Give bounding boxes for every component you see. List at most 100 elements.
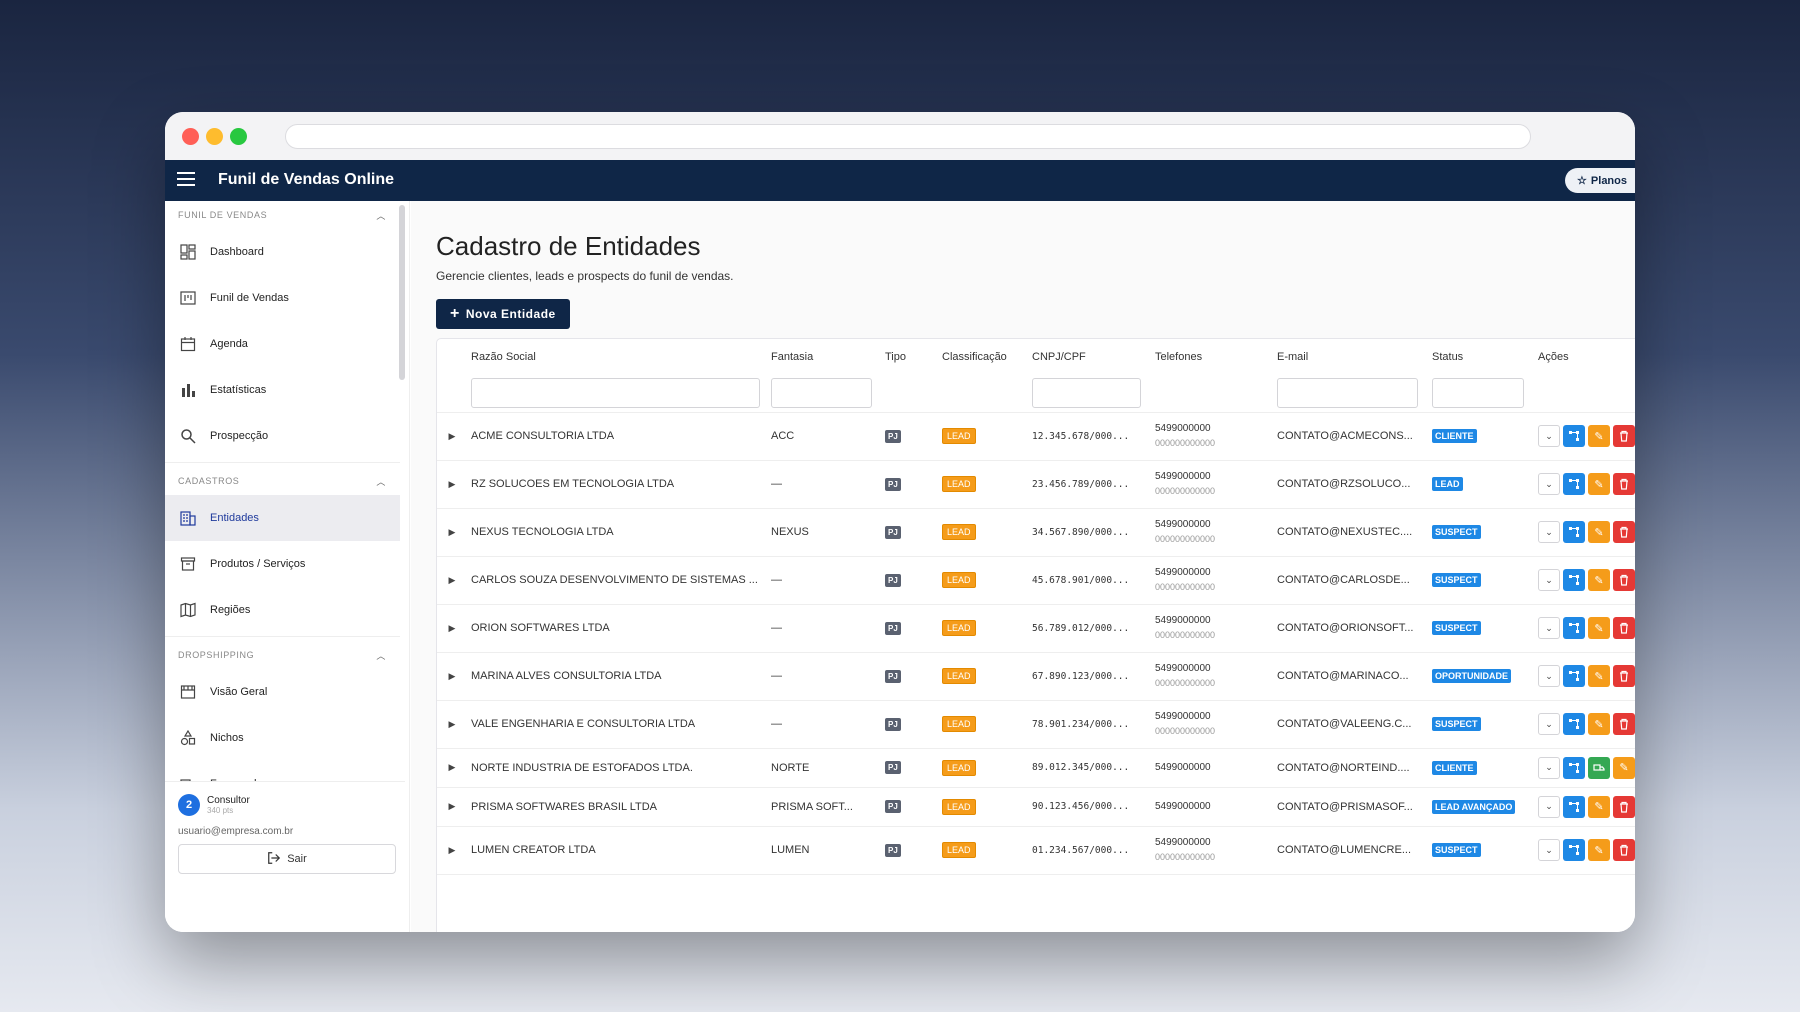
funnel-flow-icon[interactable] xyxy=(1563,795,1585,818)
section-header[interactable]: DROPSHIPPING ︿ xyxy=(165,641,400,669)
address-bar[interactable] xyxy=(285,124,1531,149)
trash-icon[interactable] xyxy=(1613,617,1635,639)
chevron-down-icon[interactable]: ⌄ xyxy=(1538,473,1560,495)
edit-pencil-icon[interactable]: ✎ xyxy=(1588,521,1610,543)
sidebar-item-search[interactable]: Prospecção xyxy=(165,413,400,459)
table-row[interactable]: ▶ MARINA ALVES CONSULTORIA LTDA — PJ LEA… xyxy=(437,652,1635,701)
table-row[interactable]: ▶ RZ SOLUCOES EM TECNOLOGIA LTDA — PJ LE… xyxy=(437,460,1635,509)
edit-pencil-icon[interactable]: ✎ xyxy=(1613,756,1635,779)
edit-pencil-icon[interactable]: ✎ xyxy=(1588,795,1610,818)
edit-pencil-icon[interactable]: ✎ xyxy=(1588,839,1610,861)
sidebar-item-store[interactable]: Visão Geral xyxy=(165,669,400,715)
column-header[interactable]: Telefones xyxy=(1151,339,1273,375)
filter-fantasia-input[interactable] xyxy=(771,378,872,409)
chevron-down-icon[interactable]: ⌄ xyxy=(1538,617,1560,639)
funnel-flow-icon[interactable] xyxy=(1563,473,1585,495)
sidebar-scrollbar[interactable] xyxy=(399,205,405,380)
chevron-down-icon[interactable]: ⌄ xyxy=(1538,425,1560,447)
trash-icon[interactable] xyxy=(1613,795,1635,818)
section-header[interactable]: CADASTROS ︿ xyxy=(165,467,400,495)
expand-row-icon[interactable]: ▶ xyxy=(437,787,467,827)
trash-icon[interactable] xyxy=(1613,521,1635,543)
edit-pencil-icon[interactable]: ✎ xyxy=(1588,713,1610,735)
expand-row-icon[interactable]: ▶ xyxy=(437,508,467,557)
funnel-flow-icon[interactable] xyxy=(1563,617,1585,639)
sidebar-item-building[interactable]: Entidades xyxy=(165,495,400,541)
filter-cnpj-input[interactable] xyxy=(1032,378,1141,409)
phone-primary: 5499000000 xyxy=(1155,567,1211,578)
table-row[interactable]: ▶ ACME CONSULTORIA LTDA ACC PJ LEAD 12.3… xyxy=(437,412,1635,461)
chevron-down-icon[interactable]: ⌄ xyxy=(1538,569,1560,591)
sidebar-item-bar-chart[interactable]: Estatísticas xyxy=(165,367,400,413)
chevron-down-icon[interactable]: ⌄ xyxy=(1538,521,1560,543)
close-window-button[interactable] xyxy=(182,128,199,145)
funnel-flow-icon[interactable] xyxy=(1563,665,1585,687)
column-header[interactable]: Ações xyxy=(1534,339,1635,375)
expand-row-icon[interactable]: ▶ xyxy=(437,652,467,701)
sidebar-item-map[interactable]: Regiões xyxy=(165,587,400,633)
trash-icon[interactable] xyxy=(1613,425,1635,447)
section-header[interactable]: FUNIL DE VENDAS ︿ xyxy=(165,201,400,229)
sidebar-item-shapes[interactable]: Nichos xyxy=(165,715,400,761)
new-entity-button[interactable]: + Nova Entidade xyxy=(436,299,570,329)
chevron-down-icon[interactable]: ⌄ xyxy=(1538,795,1560,818)
minimize-window-button[interactable] xyxy=(206,128,223,145)
expand-row-icon[interactable]: ▶ xyxy=(437,748,467,788)
filter-razao-social-input[interactable] xyxy=(471,378,760,409)
chevron-down-icon[interactable]: ⌄ xyxy=(1538,665,1560,687)
trash-icon[interactable] xyxy=(1613,569,1635,591)
column-header[interactable]: Razão Social xyxy=(467,339,767,375)
column-header[interactable]: Status xyxy=(1428,339,1534,375)
funnel-flow-icon[interactable] xyxy=(1563,425,1585,447)
funnel-flow-icon[interactable] xyxy=(1563,713,1585,735)
trash-icon[interactable] xyxy=(1613,473,1635,495)
hamburger-menu-icon[interactable] xyxy=(177,172,195,188)
table-row[interactable]: ▶ NEXUS TECNOLOGIA LTDA NEXUS PJ LEAD 34… xyxy=(437,508,1635,557)
sidebar-item-kanban[interactable]: Funil de Vendas xyxy=(165,275,400,321)
table-row[interactable]: ▶ VALE ENGENHARIA E CONSULTORIA LTDA — P… xyxy=(437,700,1635,749)
trash-icon[interactable] xyxy=(1613,713,1635,735)
trash-icon[interactable] xyxy=(1613,665,1635,687)
trash-icon[interactable] xyxy=(1613,839,1635,861)
table-row[interactable]: ▶ CARLOS SOUZA DESENVOLVIMENTO DE SISTEM… xyxy=(437,556,1635,605)
chevron-down-icon[interactable]: ⌄ xyxy=(1538,839,1560,861)
column-header[interactable]: Classificação xyxy=(938,339,1028,375)
funnel-flow-icon[interactable] xyxy=(1563,839,1585,861)
expand-row-icon[interactable]: ▶ xyxy=(437,412,467,461)
expand-row-icon[interactable]: ▶ xyxy=(437,604,467,653)
column-header[interactable]: CNPJ/CPF xyxy=(1028,339,1151,375)
expand-row-icon[interactable]: ▶ xyxy=(437,700,467,749)
sidebar-item-truck[interactable]: Fornecedores xyxy=(165,761,400,781)
expand-row-icon[interactable]: ▶ xyxy=(437,460,467,509)
filter-email-input[interactable] xyxy=(1277,378,1418,409)
edit-pencil-icon[interactable]: ✎ xyxy=(1588,473,1610,495)
table-row[interactable]: ▶ NORTE INDUSTRIA DE ESTOFADOS LTDA. NOR… xyxy=(437,748,1635,788)
column-header[interactable]: E-mail xyxy=(1273,339,1428,375)
maximize-window-button[interactable] xyxy=(230,128,247,145)
classificacao-badge: LEAD xyxy=(942,572,976,588)
column-header[interactable]: Tipo xyxy=(881,339,938,375)
expand-row-icon[interactable]: ▶ xyxy=(437,826,467,875)
edit-pencil-icon[interactable]: ✎ xyxy=(1588,569,1610,591)
sidebar-item-dashboard[interactable]: Dashboard xyxy=(165,229,400,275)
plans-button[interactable]: ☆ Planos xyxy=(1565,168,1635,193)
sidebar-item-calendar[interactable]: Agenda xyxy=(165,321,400,367)
chevron-down-icon[interactable]: ⌄ xyxy=(1538,756,1560,779)
column-header[interactable]: Fantasia xyxy=(767,339,881,375)
filter-status-input[interactable] xyxy=(1432,378,1524,409)
funnel-flow-icon[interactable] xyxy=(1563,756,1585,779)
table-row[interactable]: ▶ PRISMA SOFTWARES BRASIL LTDA PRISMA SO… xyxy=(437,787,1635,827)
funnel-flow-icon[interactable] xyxy=(1563,569,1585,591)
edit-pencil-icon[interactable]: ✎ xyxy=(1588,617,1610,639)
logout-button[interactable]: Sair xyxy=(178,844,396,874)
expand-row-icon[interactable]: ▶ xyxy=(437,556,467,605)
edit-pencil-icon[interactable]: ✎ xyxy=(1588,425,1610,447)
phone-secondary: 000000000000 xyxy=(1155,630,1216,640)
table-row[interactable]: ▶ ORION SOFTWARES LTDA — PJ LEAD 56.789.… xyxy=(437,604,1635,653)
truck-icon[interactable] xyxy=(1588,756,1610,779)
edit-pencil-icon[interactable]: ✎ xyxy=(1588,665,1610,687)
sidebar-item-box[interactable]: Produtos / Serviços xyxy=(165,541,400,587)
funnel-flow-icon[interactable] xyxy=(1563,521,1585,543)
chevron-down-icon[interactable]: ⌄ xyxy=(1538,713,1560,735)
table-row[interactable]: ▶ LUMEN CREATOR LTDA LUMEN PJ LEAD 01.23… xyxy=(437,826,1635,875)
